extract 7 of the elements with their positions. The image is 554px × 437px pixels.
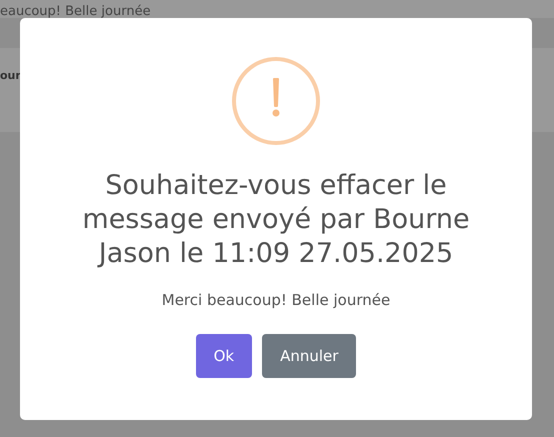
- cancel-button[interactable]: Annuler: [262, 334, 356, 378]
- message-text: eaucoup! Belle journée: [0, 4, 151, 18]
- sender-name: our: [0, 69, 21, 82]
- ok-button[interactable]: Ok: [196, 334, 252, 378]
- warning-icon: [232, 57, 320, 145]
- dialog-title: Souhaitez-vous effacer le message envoyé par Bourne Jason le 11:09 27.05.2025: [81, 169, 471, 271]
- dialog-message: Merci beaucoup! Belle journée: [162, 291, 390, 309]
